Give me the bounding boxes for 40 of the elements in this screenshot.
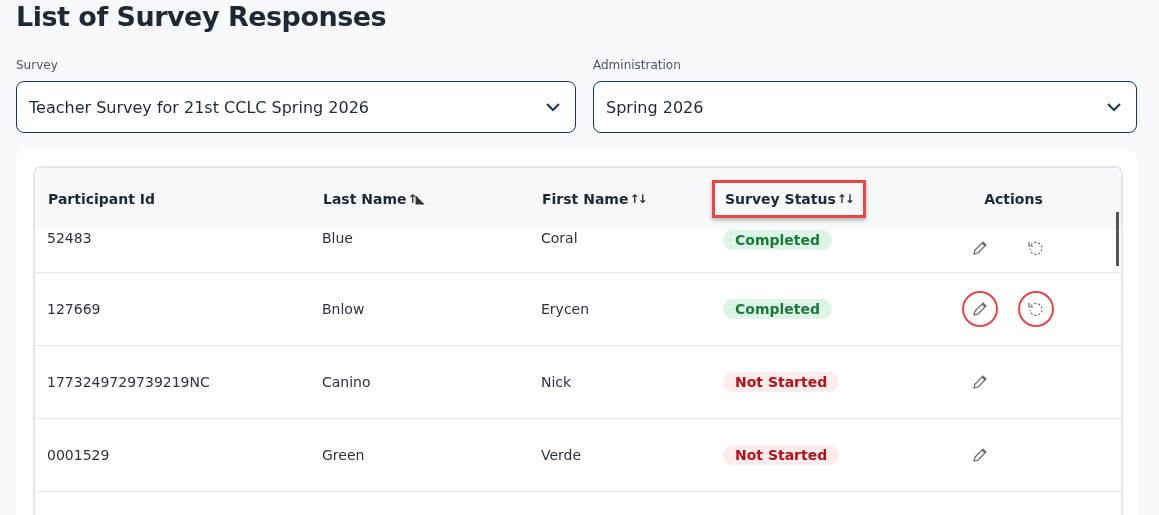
select-field[interactable]: Teacher Survey for 21st CCLC Spring 2026: [16, 81, 576, 133]
sort-icon[interactable]: ↑◣: [407, 192, 423, 206]
sort-icon[interactable]: ↑↓: [836, 192, 853, 206]
pencil-icon: [971, 239, 989, 257]
chevron-down-icon: [1106, 102, 1122, 112]
column-header[interactable]: Survey Status↑↓: [712, 180, 866, 218]
table-cell-text: Erycen: [540, 301, 591, 317]
table-cell-text: Bnlow: [321, 301, 366, 317]
field-label: Administration: [593, 58, 682, 72]
page-title: List of Survey Responses: [16, 0, 388, 34]
sort-icon[interactable]: ↑↓: [629, 192, 646, 206]
table-cell-text: 1773249729739219NC: [46, 374, 211, 390]
table-cell-text: Canino: [321, 374, 372, 390]
table-cell-text: Coral: [540, 230, 579, 246]
chevron-down-icon: [545, 102, 561, 112]
reset-icon: [1027, 300, 1045, 318]
table-cell-text: Verde: [540, 447, 583, 463]
scrollbar[interactable]: [1116, 212, 1119, 266]
pencil-icon: [971, 373, 989, 391]
reset-icon: [1027, 239, 1045, 257]
table-cell-text: 0001529: [46, 447, 111, 463]
status-badge: Completed: [723, 230, 832, 250]
table-cell-text: 127669: [46, 301, 102, 317]
column-header[interactable]: Last Name↑◣: [323, 191, 423, 207]
edit-button[interactable]: [962, 291, 998, 327]
column-header[interactable]: Participant Id: [48, 191, 156, 207]
status-badge: Not Started: [723, 372, 840, 392]
column-header[interactable]: Actions: [984, 191, 1043, 207]
reset-button[interactable]: [1018, 291, 1054, 327]
field-label: Survey: [16, 58, 59, 72]
column-header[interactable]: First Name↑↓: [542, 191, 646, 207]
table-cell-text: Blue: [321, 230, 354, 246]
table-cell-text: 52483: [46, 230, 93, 246]
table-cell-text: Green: [321, 447, 366, 463]
status-badge: Not Started: [723, 445, 840, 465]
select-field[interactable]: Spring 2026: [593, 81, 1137, 133]
pencil-icon: [971, 446, 989, 464]
pencil-icon: [971, 300, 989, 318]
status-badge: Completed: [723, 299, 832, 319]
table-cell-text: Nick: [540, 374, 573, 390]
